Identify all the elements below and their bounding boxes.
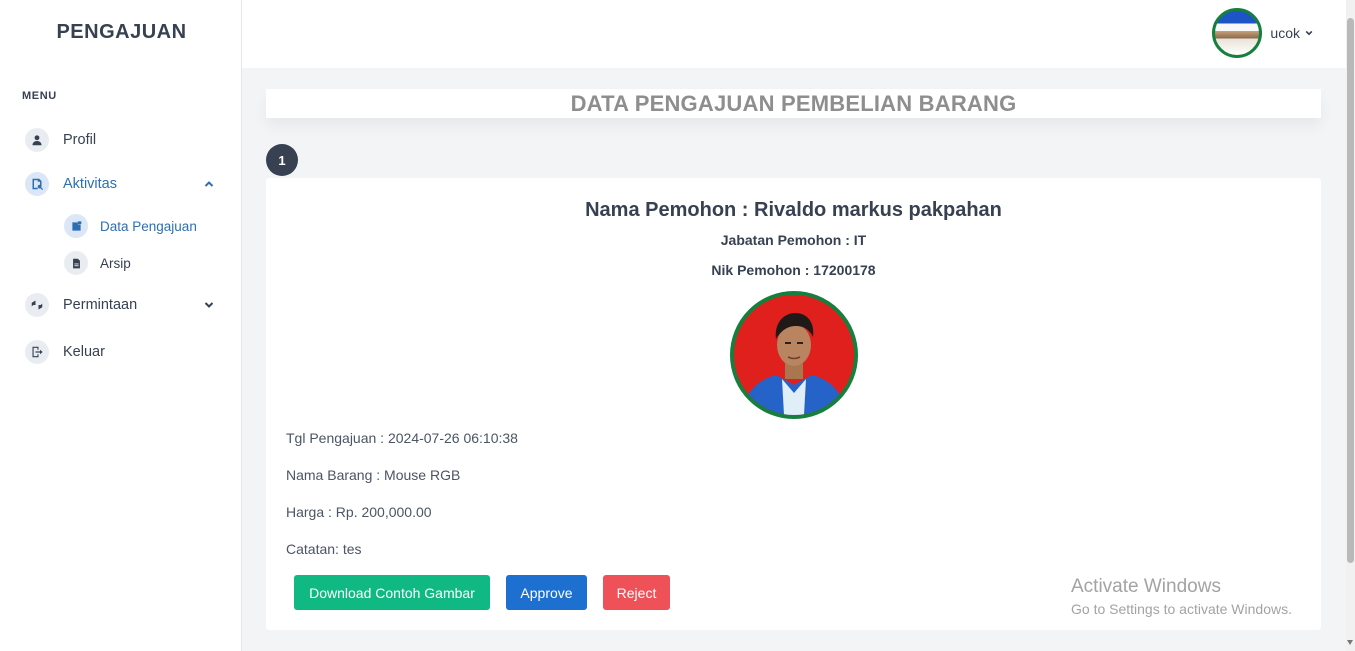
app-brand[interactable]: PENGAJUAN: [0, 0, 241, 64]
avatar[interactable]: [1212, 8, 1263, 58]
applicant-photo: [730, 291, 858, 419]
user-menu[interactable]: ucok: [1212, 8, 1313, 58]
menu-heading: MENU: [22, 90, 57, 102]
sidebar-subitem-data-pengajuan[interactable]: Data Pengajuan: [64, 214, 197, 238]
sidebar-item-label: Keluar: [63, 344, 105, 360]
sidebar-item-permintaan[interactable]: Permintaan: [25, 293, 137, 317]
user-icon: [25, 128, 49, 152]
request-icon: [25, 293, 49, 317]
sidebar-item-keluar[interactable]: Keluar: [25, 340, 105, 364]
applicant-name: Nama Pemohon : Rivaldo markus pakpahan: [585, 199, 1002, 221]
download-sample-image-button[interactable]: Download Contoh Gambar: [294, 575, 490, 610]
chevron-down-icon[interactable]: [203, 299, 215, 311]
chevron-up-icon[interactable]: [203, 178, 215, 190]
file-icon: [64, 251, 88, 275]
windows-activation-watermark: Activate Windows Go to Settings to activ…: [1071, 576, 1292, 617]
applicant-nik: Nik Pemohon : 17200178: [711, 262, 876, 278]
applicant-position: Jabatan Pemohon : IT: [720, 232, 867, 248]
scroll-down-arrow-icon[interactable]: [1347, 640, 1353, 645]
data-icon: [64, 214, 88, 238]
sidebar-subitem-label: Data Pengajuan: [100, 218, 197, 234]
approve-button[interactable]: Approve: [506, 575, 587, 610]
sidebar-item-label: Aktivitas: [63, 176, 117, 192]
item-name: Nama Barang : Mouse RGB: [286, 467, 461, 483]
sidebar-item-aktivitas[interactable]: Aktivitas: [25, 172, 117, 196]
topbar: ucok: [242, 0, 1346, 68]
submission-note: Catatan: tes: [286, 541, 362, 557]
entry-number-badge: 1: [266, 144, 298, 176]
page-scrollbar[interactable]: [1346, 0, 1355, 651]
sidebar-item-profil[interactable]: Profil: [25, 128, 96, 152]
submission-card: Nama Pemohon : Rivaldo markus pakpahan J…: [266, 178, 1321, 630]
logout-icon: [25, 340, 49, 364]
submission-date: Tgl Pengajuan : 2024-07-26 06:10:38: [286, 430, 518, 446]
sidebar-subitem-arsip[interactable]: Arsip: [64, 251, 131, 275]
sidebar-subitem-label: Arsip: [100, 255, 131, 271]
watermark-title: Activate Windows: [1071, 576, 1221, 597]
reject-button[interactable]: Reject: [603, 575, 670, 610]
sidebar-item-label: Permintaan: [63, 297, 138, 313]
scrollbar-thumb[interactable]: [1347, 18, 1354, 563]
page-title: DATA PENGAJUAN PEMBELIAN BARANG: [266, 89, 1321, 118]
chevron-down-icon[interactable]: [1305, 24, 1313, 42]
username[interactable]: ucok: [1270, 25, 1300, 41]
item-price: Harga : Rp. 200,000.00: [286, 504, 432, 520]
watermark-subtitle: Go to Settings to activate Windows.: [1071, 601, 1292, 617]
sidebar-item-label: Profil: [63, 132, 97, 148]
activity-icon: [25, 172, 49, 196]
sidebar: PENGAJUAN MENU Profil Aktivitas Data Pen…: [0, 0, 242, 651]
